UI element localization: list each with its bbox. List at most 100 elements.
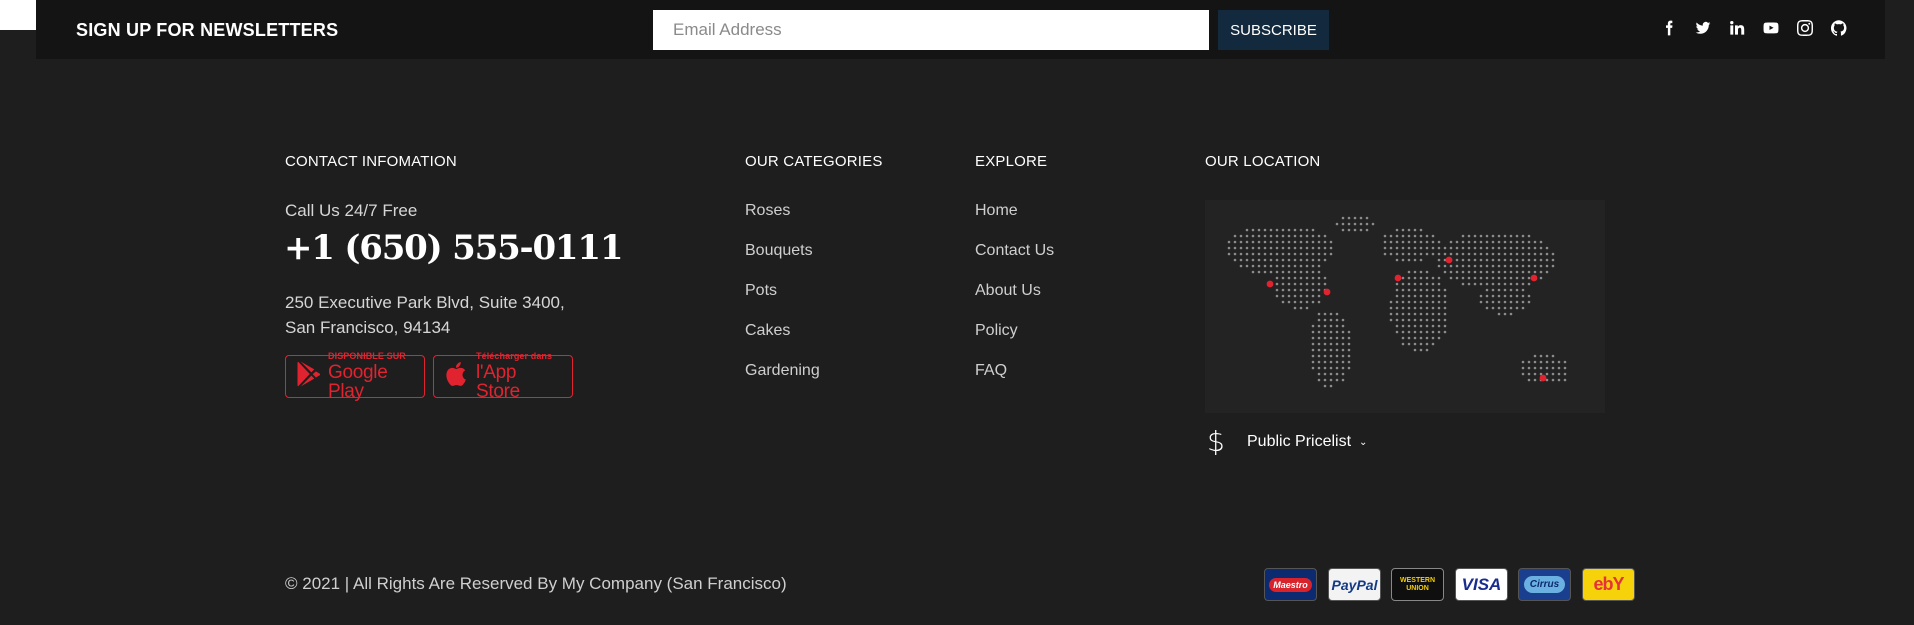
map-dot	[1233, 252, 1237, 256]
map-dot	[1443, 306, 1447, 310]
map-dot	[1311, 228, 1315, 232]
map-dot	[1443, 312, 1447, 316]
map-dot	[1413, 270, 1417, 274]
map-dot	[1515, 246, 1519, 250]
map-dot	[1521, 360, 1525, 364]
map-dot	[1419, 336, 1423, 340]
map-dot	[1401, 288, 1405, 292]
email-input[interactable]	[653, 10, 1209, 50]
map-dot	[1431, 300, 1435, 304]
map-dot	[1305, 294, 1309, 298]
explore-link-about-us[interactable]: About Us	[975, 282, 1054, 322]
github-icon[interactable]	[1830, 19, 1847, 36]
map-dot	[1443, 252, 1447, 256]
map-dot	[1491, 246, 1495, 250]
explore-heading: EXPLORE	[975, 153, 1048, 170]
dollar-icon: $	[1207, 425, 1225, 458]
map-dot	[1563, 366, 1567, 370]
twitter-icon[interactable]	[1694, 19, 1711, 36]
map-dot	[1473, 246, 1477, 250]
map-dot	[1311, 324, 1315, 328]
map-dot	[1413, 276, 1417, 280]
map-dot	[1323, 252, 1327, 256]
map-dot	[1335, 372, 1339, 376]
map-dot	[1263, 264, 1267, 268]
map-dot	[1245, 252, 1249, 256]
map-dot	[1251, 234, 1255, 238]
map-dot	[1347, 228, 1351, 232]
map-dot	[1305, 306, 1309, 310]
map-dot	[1275, 246, 1279, 250]
map-dot	[1491, 252, 1495, 256]
map-dot	[1539, 240, 1543, 244]
map-dot	[1245, 240, 1249, 244]
map-dot	[1557, 378, 1561, 382]
map-dot	[1383, 246, 1387, 250]
map-dot	[1419, 246, 1423, 250]
map-dot	[1257, 258, 1261, 262]
map-dot	[1317, 270, 1321, 274]
map-dot	[1239, 246, 1243, 250]
map-dot	[1275, 282, 1279, 286]
map-dot	[1293, 234, 1297, 238]
map-dot	[1491, 258, 1495, 262]
map-dot	[1479, 240, 1483, 244]
map-dot	[1431, 336, 1435, 340]
map-dot	[1431, 330, 1435, 334]
map-dot	[1395, 234, 1399, 238]
map-dot	[1503, 282, 1507, 286]
category-link-cakes[interactable]: Cakes	[745, 322, 820, 362]
category-link-roses[interactable]: Roses	[745, 202, 820, 242]
map-dot	[1479, 270, 1483, 274]
explore-link-policy[interactable]: Policy	[975, 322, 1054, 362]
map-dot	[1485, 300, 1489, 304]
google-play-button[interactable]: DISPONIBLE SUR Google Play	[285, 352, 425, 401]
map-dot	[1233, 234, 1237, 238]
map-dot	[1341, 372, 1345, 376]
map-dot	[1299, 300, 1303, 304]
explore-link-faq[interactable]: FAQ	[975, 362, 1054, 402]
map-dot	[1407, 276, 1411, 280]
map-dot	[1437, 288, 1441, 292]
explore-link-contact-us[interactable]: Contact Us	[975, 242, 1054, 282]
phone-number[interactable]: +1 (650) 555-0111	[284, 228, 623, 268]
map-dot	[1317, 258, 1321, 262]
map-dot	[1461, 270, 1465, 274]
map-dot	[1419, 234, 1423, 238]
map-dot	[1299, 306, 1303, 310]
map-dot	[1497, 270, 1501, 274]
map-dot	[1389, 240, 1393, 244]
facebook-icon[interactable]	[1660, 19, 1677, 36]
map-dot	[1341, 336, 1345, 340]
map-dot	[1413, 306, 1417, 310]
category-link-pots[interactable]: Pots	[745, 282, 820, 322]
pricelist-dropdown[interactable]: $ Public Pricelist ⌄	[1207, 425, 1367, 458]
map-dot	[1383, 252, 1387, 256]
map-dot	[1473, 264, 1477, 268]
map-dot	[1311, 282, 1315, 286]
linkedin-icon[interactable]	[1728, 19, 1745, 36]
youtube-icon[interactable]	[1762, 19, 1779, 36]
subscribe-button[interactable]: SUBSCRIBE	[1218, 10, 1329, 50]
map-dot	[1545, 360, 1549, 364]
map-dot	[1299, 294, 1303, 298]
map-dot	[1407, 282, 1411, 286]
map-dot	[1467, 234, 1471, 238]
category-link-gardening[interactable]: Gardening	[745, 362, 820, 402]
map-dot	[1401, 306, 1405, 310]
app-store-button[interactable]: Télécharger dans l'App Store	[433, 352, 573, 401]
instagram-icon[interactable]	[1796, 19, 1813, 36]
map-dot	[1419, 324, 1423, 328]
map-dot	[1551, 258, 1555, 262]
category-link-bouquets[interactable]: Bouquets	[745, 242, 820, 282]
map-dot	[1485, 282, 1489, 286]
map-dot	[1293, 228, 1297, 232]
map-dot	[1419, 348, 1423, 352]
map-dot	[1395, 312, 1399, 316]
map-dot	[1263, 246, 1267, 250]
map-dot	[1323, 240, 1327, 244]
explore-link-home[interactable]: Home	[975, 202, 1054, 242]
map-dot	[1281, 234, 1285, 238]
map-dot	[1503, 288, 1507, 292]
map-dot	[1275, 270, 1279, 274]
